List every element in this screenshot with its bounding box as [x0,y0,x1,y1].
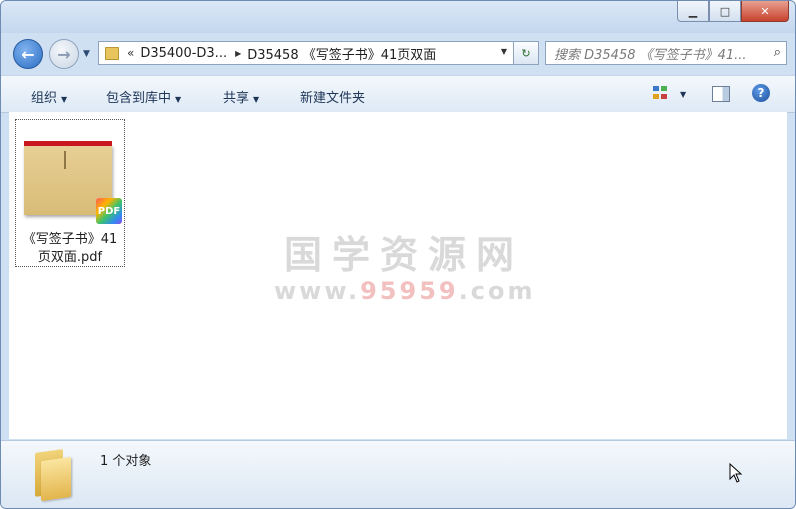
folder-icon [31,447,75,502]
address-dropdown-icon[interactable]: ▼ [501,47,507,56]
chevron-down-icon: ▼ [61,95,68,104]
organize-menu[interactable]: 组织 ▼ [31,87,67,106]
search-input[interactable]: 搜索 D35458 《写签子书》41... ⌕ [545,41,787,65]
address-overflow-button[interactable]: « [127,46,134,60]
chevron-down-icon: ▼ [253,95,260,104]
back-button[interactable]: ← [13,39,43,69]
explorer-window: ▁ □ ✕ ← → ▼ « D35400-D3... ▶ D35458 《写签子… [0,0,796,509]
mouse-cursor-icon [729,463,743,483]
search-placeholder: 搜索 D35458 《写签子书》41... [554,47,747,63]
view-options-dropdown-icon[interactable]: ▼ [680,90,686,99]
watermark-url: www.95959.com [274,277,536,305]
help-icon[interactable]: ? [752,84,770,102]
minimize-button[interactable]: ▁ [677,1,709,22]
details-pane: 1 个对象 [1,440,795,508]
watermark: 国学资源网 www.95959.com [274,224,534,305]
recent-pages-dropdown-icon[interactable]: ▼ [83,49,90,59]
file-name: 《写签子书》41 页双面.pdf [22,232,118,265]
chevron-down-icon: ▼ [175,95,182,104]
breadcrumb-segment-current[interactable]: D35458 《写签子书》41页双面 [247,44,436,63]
address-bar[interactable]: « D35400-D3... ▶ D35458 《写签子书》41页双面 ▼ [98,41,514,65]
thumbnail-calligraphy [64,151,70,169]
file-list-pane[interactable]: PDF 《写签子书》41 页双面.pdf 国学资源网 www.95959.com [9,112,787,439]
preview-pane-icon[interactable] [712,86,730,102]
command-toolbar: 组织 ▼ 包含到库中 ▼ 共享 ▼ 新建文件夹 ▼ ? [1,75,795,113]
navigation-bar: ← → ▼ « D35400-D3... ▶ D35458 《写签子书》41页双… [1,33,795,73]
file-item[interactable]: PDF 《写签子书》41 页双面.pdf [15,119,125,267]
pdf-file-icon: PDF [96,198,122,224]
breadcrumb-separator-icon[interactable]: ▶ [235,49,241,58]
item-count-status: 1 个对象 [100,454,152,469]
new-folder-button[interactable]: 新建文件夹 [300,87,365,106]
refresh-button[interactable]: ↻ [513,41,539,65]
change-view-icon[interactable] [653,86,669,100]
folder-icon [105,46,119,60]
search-icon[interactable]: ⌕ [774,45,781,60]
share-menu[interactable]: 共享 ▼ [223,87,259,106]
pdf-thumbnail-header [24,141,112,146]
close-button[interactable]: ✕ [741,1,789,22]
maximize-button[interactable]: □ [709,1,741,22]
breadcrumb-segment-parent[interactable]: D35400-D3... [140,46,227,61]
watermark-title: 国学资源网 [283,233,524,277]
include-in-library-menu[interactable]: 包含到库中 ▼ [106,87,181,106]
title-bar: ▁ □ ✕ [1,1,795,33]
forward-button[interactable]: → [49,39,79,69]
window-controls: ▁ □ ✕ [677,1,789,22]
